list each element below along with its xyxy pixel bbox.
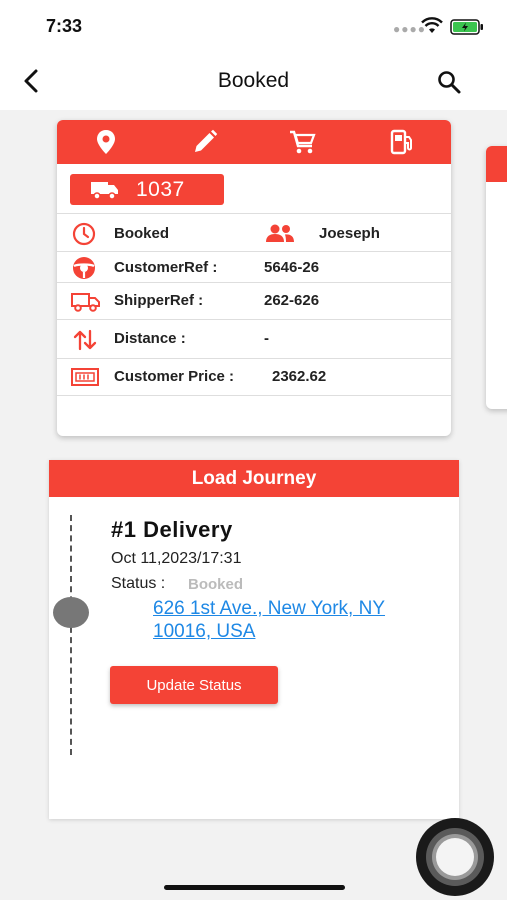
load-journey-card: Load Journey #1 Delivery Oct 11,2023/17:… (49, 460, 459, 819)
shipper-ref-value: 262-626 (264, 292, 320, 309)
truck-icon (91, 181, 118, 200)
carrier-name: Joeseph (319, 225, 380, 242)
customer-ref-row: CustomerRef : 5646-26 (57, 251, 451, 282)
customer-price-value: 2362.62 (272, 368, 327, 385)
stop-title: #1 Delivery (111, 517, 233, 542)
pencil-icon (194, 129, 217, 152)
distance-row: Distance : - (57, 319, 451, 358)
stop-address-link[interactable]: 626 1st Ave., New York, NY 10016, USA (153, 597, 393, 643)
distance-value: - (264, 330, 269, 347)
shipping-truck-icon (71, 293, 100, 312)
status-row: Booked Joeseph (57, 213, 451, 251)
fuel-pump-icon (390, 129, 412, 155)
location-button[interactable] (88, 124, 124, 160)
update-status-button[interactable]: Update Status (110, 666, 278, 704)
load-card[interactable]: 1037 Booked Joeseph CustomerRef : 5646-2… (57, 120, 451, 436)
customer-ref-value: 5646-26 (264, 259, 320, 276)
customer-ref-label: CustomerRef : (114, 259, 218, 276)
clock-icon (72, 222, 96, 246)
load-number: 1037 (136, 177, 185, 201)
status-time: 7:33 (46, 16, 83, 36)
card-toolbar (57, 120, 451, 164)
home-indicator[interactable] (164, 885, 345, 890)
stop-status-label: Status : (111, 575, 166, 592)
fuel-button[interactable] (384, 124, 420, 160)
customer-price-label: Customer Price : (114, 368, 235, 385)
price-tag-icon (71, 368, 99, 386)
empty-row (57, 395, 451, 436)
load-status: Booked (114, 225, 170, 242)
distance-label: Distance : (114, 330, 186, 347)
wifi-icon (421, 17, 443, 33)
cart-icon (290, 130, 316, 154)
nav-bar: Booked (0, 55, 507, 110)
stop-status-value: Booked (188, 576, 244, 593)
status-bar: 7:33 ●●●● (0, 0, 507, 55)
timeline-line (70, 515, 72, 755)
customer-price-row: Customer Price : 2362.62 (57, 358, 451, 395)
cart-button[interactable] (285, 124, 321, 160)
people-icon (266, 224, 294, 242)
location-pin-icon (97, 130, 116, 154)
journey-header: Load Journey (49, 460, 459, 497)
swap-vertical-icon (73, 329, 97, 351)
peek-card-toolbar (486, 146, 507, 182)
search-icon[interactable] (434, 67, 464, 97)
load-number-badge: 1037 (70, 174, 224, 205)
timeline-dot (53, 597, 89, 628)
assistive-touch-button[interactable] (416, 818, 494, 896)
steering-wheel-icon (73, 257, 95, 279)
stop-datetime: Oct 11,2023/17:31 (111, 550, 242, 567)
battery-icon (450, 19, 483, 35)
next-load-card-peek[interactable] (486, 146, 507, 409)
shipper-ref-row: ShipperRef : 262-626 (57, 282, 451, 319)
shipper-ref-label: ShipperRef : (114, 292, 204, 309)
edit-button[interactable] (187, 124, 223, 160)
page-title: Booked (217, 69, 290, 92)
